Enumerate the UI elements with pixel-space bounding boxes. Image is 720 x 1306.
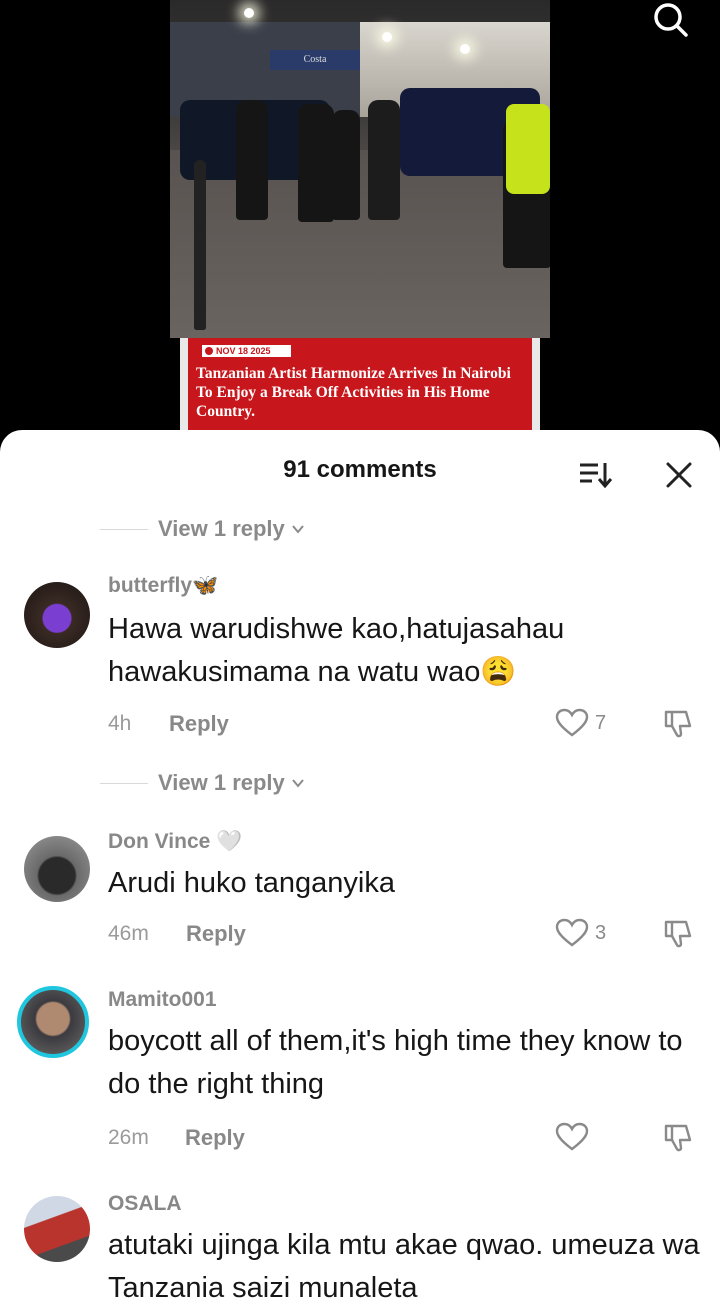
dislike-icon xyxy=(664,710,692,738)
reply-button[interactable]: Reply xyxy=(186,921,246,947)
avatar[interactable] xyxy=(24,1196,90,1262)
banner-headline: Tanzanian Artist Harmonize Arrives In Na… xyxy=(196,365,511,420)
like-button[interactable] xyxy=(555,1120,595,1154)
banner-date: NOV 18 2025 xyxy=(202,345,291,357)
store-sign: Costa xyxy=(270,50,360,70)
comment-text: Hawa warudishwe kao,hatujasahau hawakusi… xyxy=(108,613,565,688)
close-button[interactable] xyxy=(664,460,694,490)
view-replies-label: View 1 reply xyxy=(158,770,285,795)
like-button[interactable]: 7 xyxy=(555,706,606,740)
comments-header: 91 comments xyxy=(0,430,720,516)
comment-item: Mamito001 boycott all of them,it's high … xyxy=(0,986,720,1166)
reply-button[interactable]: Reply xyxy=(185,1125,245,1151)
heart-icon xyxy=(555,1122,589,1151)
video-frame: Costa xyxy=(170,0,550,338)
like-count: 3 xyxy=(595,921,607,944)
comment-item: OSALA atutaki ujinga kila mtu akae qwao.… xyxy=(0,1190,720,1306)
sort-icon xyxy=(580,463,613,489)
heart-icon xyxy=(555,918,589,947)
like-button[interactable]: 3 xyxy=(555,916,606,950)
dislike-button[interactable] xyxy=(662,916,696,950)
view-replies-button[interactable]: View 1 reply xyxy=(100,514,305,544)
view-replies-label: View 1 reply xyxy=(158,516,285,541)
comment-text: boycott all of them,it's high time they … xyxy=(108,1025,683,1100)
heart-icon xyxy=(555,708,589,737)
comment-username[interactable]: Don Vince 🤍 xyxy=(108,830,242,854)
comment-username[interactable]: Mamito001 xyxy=(108,988,217,1012)
comment-time: 46m xyxy=(108,922,149,945)
dislike-icon xyxy=(664,1124,692,1152)
comment-time: 26m xyxy=(108,1126,149,1149)
dislike-button[interactable] xyxy=(662,1120,696,1154)
video-player[interactable]: Costa NOV 18 2025 Tanzanian Artist Harmo… xyxy=(0,0,720,450)
comment-item: Don Vince 🤍 Arudi huko tanganyika 46m Re… xyxy=(0,828,720,958)
news-banner: NOV 18 2025 Tanzanian Artist Harmonize A… xyxy=(180,338,540,430)
chevron-down-icon xyxy=(292,779,304,788)
comment-time: 4h xyxy=(108,712,132,735)
like-count: 7 xyxy=(595,711,607,734)
reply-button[interactable]: Reply xyxy=(169,711,229,737)
comments-sheet: 91 comments View 1 reply butterfly🦋 Hawa… xyxy=(0,430,720,1306)
avatar[interactable] xyxy=(17,986,89,1058)
sort-button[interactable] xyxy=(578,460,614,490)
dislike-icon xyxy=(664,920,692,948)
comment-username[interactable]: butterfly🦋 xyxy=(108,574,218,598)
comment-username[interactable]: OSALA xyxy=(108,1192,182,1216)
dislike-button[interactable] xyxy=(662,706,696,740)
view-replies-button[interactable]: View 1 reply xyxy=(100,768,305,798)
search-icon xyxy=(654,3,688,37)
comment-text: atutaki ujinga kila mtu akae qwao. umeuz… xyxy=(108,1229,700,1304)
avatar[interactable] xyxy=(24,582,90,648)
comment-item: butterfly🦋 Hawa warudishwe kao,hatujasah… xyxy=(0,572,720,752)
avatar[interactable] xyxy=(24,836,90,902)
comment-text: Arudi huko tanganyika xyxy=(108,867,395,899)
search-button[interactable] xyxy=(648,0,692,40)
chevron-down-icon xyxy=(292,525,304,534)
close-icon xyxy=(666,462,692,488)
